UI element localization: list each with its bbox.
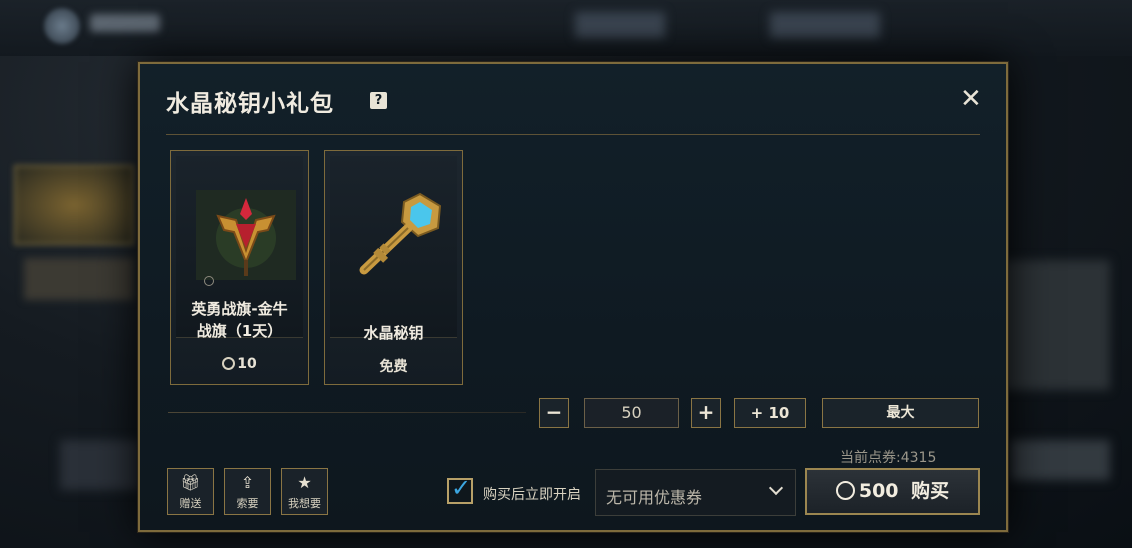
gift-button[interactable]: 🎁︎ 赠送 — [167, 468, 214, 515]
background-side-panel — [60, 440, 140, 490]
request-button[interactable]: ⇪ 索要 — [224, 468, 271, 515]
buy-button[interactable]: 500 购买 — [805, 468, 980, 515]
star-icon: ★ — [297, 473, 312, 492]
background-side-panel — [14, 165, 134, 245]
title-divider — [166, 134, 980, 135]
clock-icon — [204, 276, 214, 286]
coupon-select[interactable]: 无可用优惠券 — [595, 469, 796, 516]
dialog-title: 水晶秘钥小礼包 — [166, 91, 334, 117]
wishlist-button[interactable]: ★ 我想要 — [281, 468, 328, 515]
close-icon[interactable]: ✕ — [960, 84, 982, 114]
request-icon: ⇪ — [240, 473, 255, 492]
quantity-decrease-button[interactable]: − — [539, 398, 569, 428]
gift-icon: 🎁︎ — [180, 473, 201, 492]
quantity-plus-ten-button[interactable]: + 10 — [734, 398, 806, 428]
bundle-item-card[interactable]: 水晶秘钥 免费 — [324, 150, 463, 385]
quantity-increase-button[interactable]: + — [691, 398, 721, 428]
quantity-input[interactable]: 50 — [584, 398, 679, 428]
background-tab — [575, 12, 665, 38]
item-price: 免费 — [379, 359, 408, 375]
section-divider — [168, 412, 526, 413]
buy-label: 购买 — [911, 480, 950, 502]
background-logo — [44, 8, 80, 44]
chevron-down-icon — [768, 480, 784, 496]
rp-currency-icon — [222, 357, 236, 370]
item-name: 英勇战旗-金牛 战旗（1天） — [191, 300, 288, 340]
quantity-max-button[interactable]: 最大 — [822, 398, 979, 428]
banner-icon — [196, 190, 296, 280]
coupon-value: 无可用优惠券 — [606, 488, 703, 507]
open-after-purchase-checkbox[interactable]: ✓ — [447, 474, 473, 504]
background-side-panel — [24, 258, 134, 300]
key-icon — [359, 192, 442, 275]
item-art-frame: 水晶秘钥 — [330, 156, 457, 342]
gift-label: 赠送 — [179, 497, 202, 510]
buy-price: 500 — [858, 480, 899, 502]
wishlist-label: 我想要 — [288, 497, 321, 510]
background-topbar — [0, 0, 1132, 56]
item-art-frame: 英勇战旗-金牛 战旗（1天） — [176, 156, 303, 340]
item-name: 水晶秘钥 — [363, 324, 424, 342]
question-icon[interactable]: ? — [370, 92, 387, 109]
bundle-purchase-dialog: 水晶秘钥小礼包 ? ✕ 英勇战旗-金牛 战旗（1天） 10 水晶秘钥 免费 − … — [138, 62, 1008, 532]
background-side-panel — [1010, 440, 1110, 480]
background-tab — [770, 12, 880, 38]
open-after-purchase-label: 购买后立即开启 — [483, 487, 581, 503]
rp-balance: 当前点券:4315 — [840, 450, 937, 466]
rp-currency-icon — [835, 481, 855, 500]
item-price: 10 — [171, 356, 308, 372]
background-username — [90, 14, 160, 32]
checkmark-icon: ✓ — [451, 474, 472, 502]
request-label: 索要 — [236, 497, 259, 510]
bundle-item-card[interactable]: 英勇战旗-金牛 战旗（1天） 10 — [170, 150, 309, 385]
background-side-panel — [990, 260, 1110, 390]
